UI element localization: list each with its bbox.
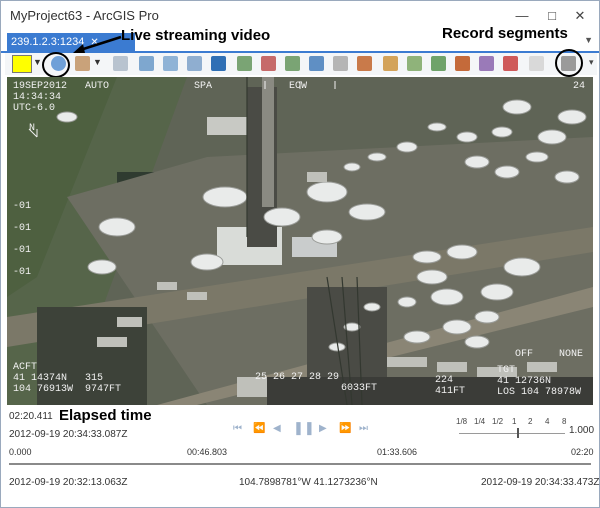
export-icon[interactable] <box>261 56 276 71</box>
timeline-progress <box>9 463 591 465</box>
annotation-circle-record <box>555 49 583 77</box>
timeline-start-label: 0.000 <box>9 447 32 457</box>
playback-controls: 02:20.411 Elapsed time 2012-09-19 20:34:… <box>1 405 599 507</box>
current-timestamp: 2012-09-19 20:34:33.087Z <box>9 429 128 440</box>
toolbar-overflow-icon[interactable]: ▾ <box>589 57 594 68</box>
media-icon[interactable] <box>479 56 494 71</box>
osd-bottom-right-c: TGT 41 12736N LOS 104 78978W <box>497 365 582 398</box>
map-icon[interactable] <box>431 56 446 71</box>
track-icon[interactable] <box>139 56 154 71</box>
osd-bottom-right-b: 411FT <box>435 386 466 397</box>
speed-value: 1.000 <box>569 425 595 436</box>
capture-icon[interactable] <box>211 56 226 71</box>
start-time: 2012-09-19 20:32:13.063Z <box>9 477 128 488</box>
pause-icon[interactable]: ❚❚ <box>293 420 315 436</box>
annotation-live-streaming: Live streaming video <box>121 27 271 44</box>
step-back-icon[interactable]: ◀ <box>273 423 281 434</box>
video-frame[interactable]: 19SEP2012 AUTO 14:34:34 UTC-6.0 SPA EOW … <box>7 77 593 405</box>
rotate-icon[interactable] <box>163 56 178 71</box>
chevron-down-icon[interactable]: ▼ <box>33 57 42 67</box>
video-toolbar: ▼ ▼ ▾ <box>5 53 597 75</box>
speed-label-0: 1/8 <box>456 417 468 426</box>
bookmark-icon[interactable] <box>309 56 324 71</box>
speed-slider[interactable] <box>459 433 565 434</box>
osd-north: N <box>29 123 36 134</box>
graphic-icon[interactable] <box>407 56 422 71</box>
speed-label-2: 1/2 <box>492 417 504 426</box>
minimize-button[interactable]: — <box>511 5 533 27</box>
tab-overflow-icon[interactable]: ▼ <box>584 35 593 45</box>
osd-top-mid: EOW <box>289 81 308 92</box>
layers-icon[interactable] <box>383 56 398 71</box>
window-title: MyProject63 - ArcGIS Pro <box>10 8 159 23</box>
speed-label-3: 1 <box>512 417 517 426</box>
osd-left-scale: -01 -01 -01 -01 <box>13 201 32 278</box>
speed-label-1: 1/4 <box>474 417 486 426</box>
north-icon[interactable] <box>187 56 202 71</box>
timeline-end-label: 02:20 <box>571 447 594 457</box>
step-forward-icon[interactable]: ▶ <box>319 423 327 434</box>
coordinates: 104.7898781°W 41.1273236°N <box>239 477 378 488</box>
skip-start-icon[interactable]: ⏮ <box>233 423 242 434</box>
osd-bottom-center: 6033FT <box>341 383 378 394</box>
skip-end-icon[interactable]: ⏭ <box>359 423 368 434</box>
annotation-elapsed-time: Elapsed time <box>59 407 152 424</box>
osd-bottom-right-a: 224 <box>435 375 454 386</box>
osd-top-center: SPA <box>194 81 213 92</box>
timeline-mid2-label: 01:33.606 <box>377 447 418 457</box>
frame-dropdown-icon[interactable]: ▼ <box>93 57 102 67</box>
camera-icon[interactable] <box>455 56 470 71</box>
zoom-to-icon[interactable] <box>113 56 128 71</box>
close-button[interactable]: ✕ <box>569 5 591 27</box>
color-swatch[interactable] <box>12 55 32 73</box>
more-icon[interactable] <box>529 56 544 71</box>
share-icon[interactable] <box>285 56 300 71</box>
elapsed-time: 02:20.411 <box>9 411 53 422</box>
annotation-record-segments: Record segments <box>442 25 568 42</box>
annotation-circle-live <box>42 52 70 78</box>
rewind-icon[interactable]: ⏪ <box>253 423 265 434</box>
maximize-button[interactable]: □ <box>541 5 563 27</box>
speed-label-4: 2 <box>528 417 533 426</box>
osd-top-left: 19SEP2012 AUTO 14:34:34 UTC-6.0 <box>13 81 110 114</box>
timeline-mid1-label: 00:46.803 <box>187 447 228 457</box>
frame-icon[interactable] <box>75 56 90 71</box>
osd-bottom-mid: 25 26 27 28 29 <box>255 372 340 383</box>
speed-slider-thumb[interactable] <box>517 428 520 438</box>
end-time: 2012-09-19 20:34:33.473Z <box>481 477 600 488</box>
osd-none: NONE <box>559 349 584 360</box>
clear-icon[interactable] <box>237 56 252 71</box>
snapshot-icon[interactable] <box>333 56 348 71</box>
speed-label-6: 8 <box>562 417 567 426</box>
add-frame-icon[interactable] <box>357 56 372 71</box>
annotation-arrow-icon <box>73 35 122 53</box>
osd-bottom-left: ACFT 41 14374N 315 104 76913W 9747FT <box>13 362 122 395</box>
fast-forward-icon[interactable]: ⏩ <box>339 423 351 434</box>
osd-off: OFF <box>515 349 534 360</box>
speed-label-5: 4 <box>545 417 550 426</box>
osd-top-right: 24 <box>573 81 586 92</box>
aerial-scene <box>7 77 593 405</box>
record-icon[interactable] <box>503 56 518 71</box>
app-window: MyProject63 - ArcGIS Pro — □ ✕ 239.1.2.3… <box>0 0 600 508</box>
